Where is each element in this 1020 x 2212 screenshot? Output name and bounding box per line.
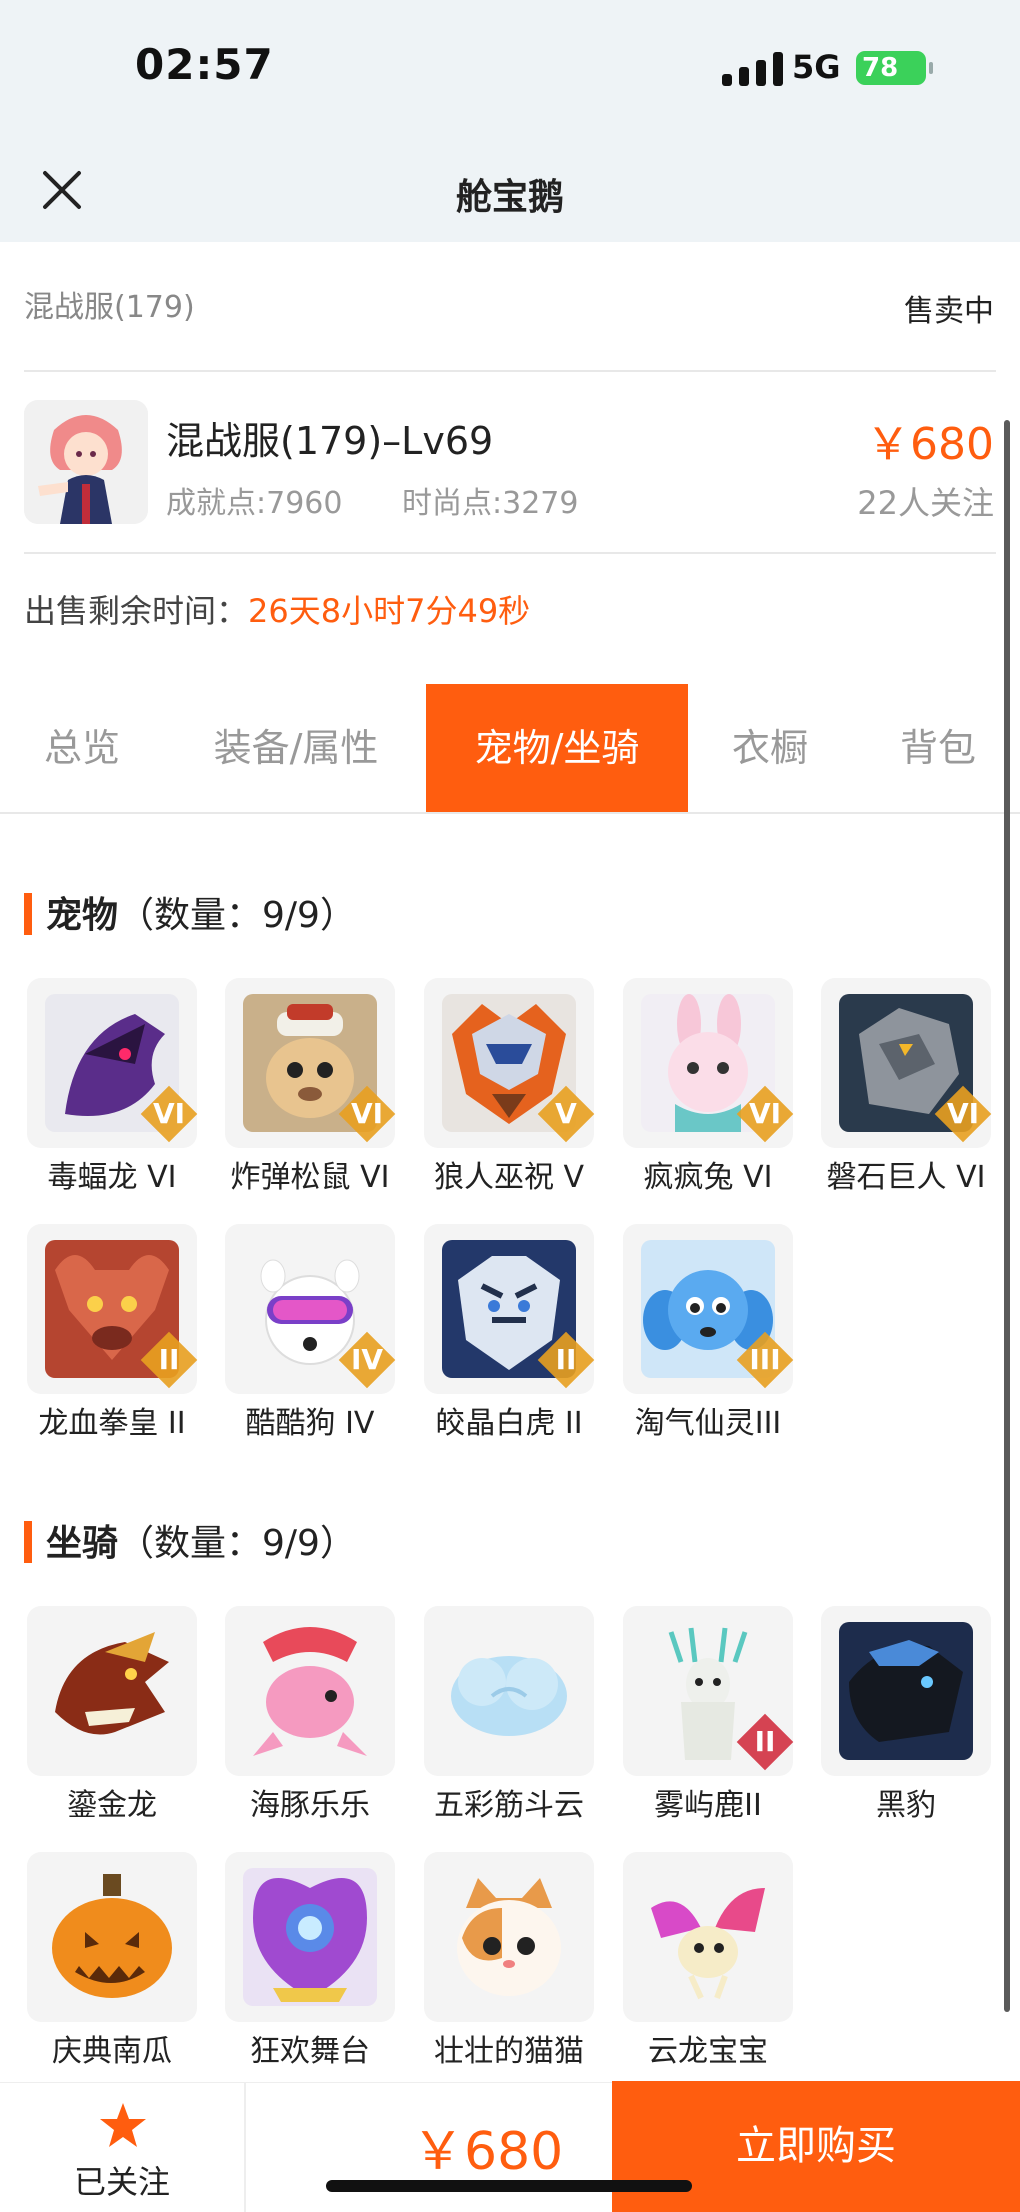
baby-dragon-icon <box>641 1868 775 2006</box>
tab-bar: 总览 装备/属性 宠物/坐骑 衣橱 背包 <box>0 684 1020 812</box>
pet-name: 毒蝠龙 VI <box>47 1160 177 1195</box>
mount-name: 壮壮的猫猫 <box>434 2034 584 2069</box>
mounts-count: （数量：9/9） <box>118 1523 356 1564</box>
pet-name: 狼人巫祝 V <box>433 1160 585 1195</box>
rank-badge-text: II <box>555 1343 577 1376</box>
cloud-icon <box>442 1622 576 1760</box>
pet-name: 疯疯兔 VI <box>643 1160 773 1195</box>
star-icon <box>100 2103 146 2147</box>
rank-badge-text: VI <box>946 1097 980 1130</box>
pet-name: 酷酷狗 IV <box>245 1406 375 1441</box>
bottom-bar: 已关注 ￥680 立即购买 <box>0 2081 1020 2212</box>
gold-dragon-icon <box>45 1622 179 1760</box>
dolphin-icon <box>243 1622 377 1760</box>
nav-bar: 舱宝鹅 <box>0 140 1020 242</box>
listing-price: ￥680 <box>866 419 994 470</box>
mount-name: 海豚乐乐 <box>250 1788 370 1823</box>
mount-card[interactable] <box>424 1852 594 2022</box>
pets-section-title: 宠物（数量：9/9） <box>24 886 356 938</box>
fashion-points: 时尚点:3279 <box>402 486 579 521</box>
pet-card[interactable]: II <box>424 1224 595 1394</box>
remaining-time-label: 出售剩余时间： <box>24 592 249 630</box>
rank-badge-text: VI <box>152 1097 186 1130</box>
role-title: 混战服(179)–Lv69 <box>166 419 494 463</box>
mount-name: 庆典南瓜 <box>52 2034 172 2069</box>
rank-badge-text: VI <box>748 1097 782 1130</box>
remaining-time: 出售剩余时间：26天8小时7分49秒 <box>24 586 530 632</box>
status-time: 02:57 <box>135 40 274 89</box>
pet-name: 皎晶白虎 II <box>435 1406 583 1441</box>
tab-pets-mounts[interactable]: 宠物/坐骑 <box>426 684 688 812</box>
rank-badge-text: V <box>555 1097 577 1130</box>
divider <box>24 370 996 372</box>
pet-card[interactable]: II <box>27 1224 198 1394</box>
tab-equipment[interactable]: 装备/属性 <box>196 684 396 812</box>
mount-name: 鎏金龙 <box>67 1788 157 1823</box>
mount-card[interactable]: II <box>623 1606 794 1776</box>
pets-count: （数量：9/9） <box>118 895 356 936</box>
mount-card[interactable] <box>27 1852 197 2022</box>
mount-name: 五彩筋斗云 <box>434 1788 584 1823</box>
mount-card[interactable] <box>225 1852 395 2022</box>
pet-name: 淘气仙灵III <box>634 1406 782 1441</box>
pet-name: 磐石巨人 VI <box>826 1160 986 1195</box>
section-marker <box>24 893 32 935</box>
buy-now-button[interactable]: 立即购买 <box>612 2081 1020 2212</box>
follower-count: 22人关注 <box>857 484 994 522</box>
server-name: 混战服(179) <box>24 290 195 325</box>
scrollbar[interactable] <box>1004 420 1010 2012</box>
follow-label: 已关注 <box>73 2163 170 2201</box>
home-indicator <box>326 2180 692 2192</box>
mount-card[interactable] <box>821 1606 991 1776</box>
mount-name: 雾屿鹿II <box>654 1788 762 1823</box>
avatar <box>24 400 148 524</box>
mount-card[interactable] <box>27 1606 197 1776</box>
pet-card[interactable]: III <box>623 1224 794 1394</box>
battery-icon: 78 <box>856 51 933 85</box>
pet-card[interactable]: VI <box>27 978 198 1148</box>
pet-card[interactable]: VI <box>821 978 992 1148</box>
achievement-points: 成就点:7960 <box>166 486 343 521</box>
tab-underline <box>0 812 1020 814</box>
bottom-price: ￥680 <box>412 2122 564 2182</box>
divider <box>24 552 996 554</box>
pumpkin-icon <box>45 1868 179 2006</box>
tab-overview[interactable]: 总览 <box>12 684 152 812</box>
carnival-stage-icon <box>243 1868 377 2006</box>
network-type: 5G <box>792 48 841 86</box>
rank-badge-text: III <box>749 1343 781 1376</box>
section-marker <box>24 1521 32 1563</box>
rank-badge-text: VI <box>350 1097 384 1130</box>
mount-name: 狂欢舞台 <box>250 2034 370 2069</box>
mount-card[interactable] <box>623 1852 793 2022</box>
cat-icon <box>442 1868 576 2006</box>
status-bar: 02:57 5G 78 <box>0 0 1020 140</box>
pet-card[interactable]: VI <box>225 978 396 1148</box>
rank-badge-text: II <box>158 1343 180 1376</box>
battery-level: 78 <box>862 53 899 83</box>
mount-card[interactable] <box>424 1606 594 1776</box>
remaining-time-value: 26天8小时7分49秒 <box>248 592 531 630</box>
black-panther-icon <box>839 1622 973 1760</box>
pet-card[interactable]: VI <box>623 978 794 1148</box>
pet-name: 炸弹松鼠 VI <box>230 1160 390 1195</box>
sale-status: 售卖中 <box>904 294 994 329</box>
signal-icon <box>722 52 788 86</box>
tab-backpack[interactable]: 背包 <box>878 684 998 812</box>
mount-name: 云龙宝宝 <box>648 2034 768 2069</box>
mounts-section-title: 坐骑（数量：9/9） <box>24 1514 356 1566</box>
follow-button[interactable]: 已关注 <box>0 2083 246 2212</box>
rank-badge-text: II <box>754 1725 776 1758</box>
page-title: 舱宝鹅 <box>455 177 564 218</box>
pet-name: 龙血拳皇 II <box>38 1406 186 1441</box>
mount-card[interactable] <box>225 1606 395 1776</box>
tab-wardrobe[interactable]: 衣橱 <box>710 684 830 812</box>
pet-card[interactable]: IV <box>225 1224 396 1394</box>
rank-badge-text: IV <box>350 1343 384 1376</box>
pet-card[interactable]: V <box>424 978 595 1148</box>
mount-name: 黑豹 <box>876 1788 936 1823</box>
